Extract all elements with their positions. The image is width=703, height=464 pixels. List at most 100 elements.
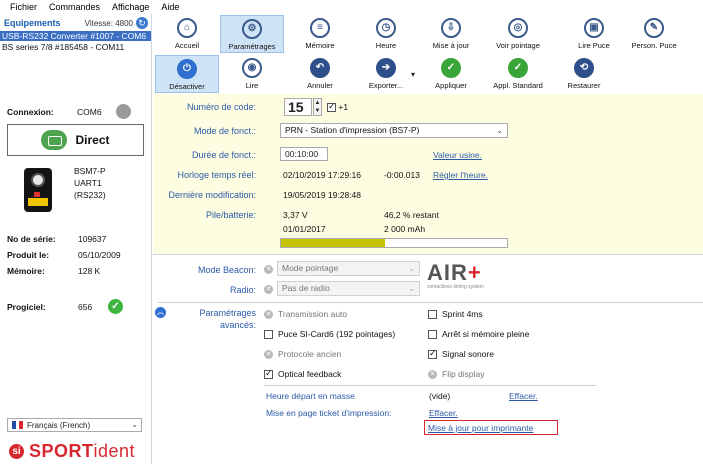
desactiver-button[interactable]: ⏻ Désactiver — [155, 55, 219, 93]
voir-pointage-button[interactable]: ◎ Voir pointage — [486, 15, 550, 53]
language-select[interactable]: Français (French) ⌄ — [7, 418, 142, 432]
view-punch-icon: ◎ — [508, 18, 528, 38]
option-optical-feedback[interactable]: Optical feedback — [264, 368, 341, 379]
appl-standard-label: Appl. Standard — [493, 81, 543, 90]
exporter-dropdown-icon[interactable]: ▾ — [411, 70, 415, 79]
mise-a-jour-label: Mise à jour — [432, 41, 470, 50]
mise-a-jour-button[interactable]: ⇩ Mise à jour — [419, 15, 483, 53]
parametrages-button[interactable]: ⚙ Paramétrages — [220, 15, 284, 53]
checkbox[interactable] — [264, 368, 273, 379]
option-sprint-4ms[interactable]: Sprint 4ms — [428, 309, 483, 319]
disabled-icon: ✕ — [264, 265, 273, 275]
option-label: Protocole ancien — [278, 349, 342, 359]
beacon-value: Mode pointage — [282, 263, 339, 273]
factory-value-link[interactable]: Valeur usine. — [433, 150, 482, 160]
sportident-mark-icon: si — [9, 444, 24, 459]
printer-update-link[interactable]: Mise à jour pour imprimante — [428, 423, 533, 433]
heure-label: Heure — [375, 41, 397, 50]
model-line-2: UART1 — [74, 178, 102, 188]
chevron-down-icon: ⌄ — [496, 126, 503, 135]
disabled-icon: ✕ — [264, 349, 273, 359]
exporter-button[interactable]: ➔ Exporter... — [354, 55, 418, 93]
lastmod-value: 19/05/2019 19:28:48 — [283, 190, 361, 200]
checkbox[interactable] — [264, 329, 273, 339]
model-line-3: (RS232) — [74, 190, 106, 200]
option-label: Signal sonore — [442, 349, 494, 359]
disabled-icon: ✕ — [264, 309, 273, 319]
code-input[interactable]: 15 — [284, 98, 312, 116]
option-arret-memoire[interactable]: Arrêt si mémoire pleine — [428, 329, 529, 339]
clock-offset: -0:00.013 — [384, 170, 420, 180]
produced-value: 05/10/2009 — [78, 250, 121, 260]
accueil-label: Accueil — [174, 41, 200, 50]
toolbar: ⌂ Accueil ⚙ Paramétrages ≡ Mémoire ◷ Heu… — [153, 14, 703, 94]
option-protocole-ancien: ✕ Protocole ancien — [264, 349, 341, 359]
option-label: Sprint 4ms — [442, 309, 483, 319]
mode-select[interactable]: PRN - Station d'impression (BS7-P) ⌄ — [280, 123, 508, 138]
parametrages-label: Paramétrages — [228, 42, 276, 51]
annuler-button[interactable]: ↶ Annuler — [288, 55, 352, 93]
memory-value: 128 K — [78, 266, 101, 276]
lire-puce-button[interactable]: ▣ Lire Puce — [562, 15, 626, 53]
restaurer-button[interactable]: ⟲ Restaurer — [552, 55, 616, 93]
brand-prefix: SPORT — [29, 441, 94, 461]
firmware-label: Progiciel: — [7, 302, 46, 312]
memoire-button[interactable]: ≡ Mémoire — [288, 15, 352, 53]
direct-connection-icon — [41, 130, 68, 150]
disabled-icon: ✕ — [428, 369, 437, 379]
radio-value: Pas de radio — [282, 283, 330, 293]
checkbox[interactable] — [428, 309, 437, 319]
personalize-chip-icon: ✎ — [644, 18, 664, 38]
firmware-value: 656 — [78, 302, 93, 312]
connection-status-icon — [116, 104, 131, 119]
radio-label: Radio: — [229, 285, 256, 295]
checkbox[interactable] — [428, 348, 437, 359]
lastmod-label: Dernière modification: — [168, 190, 256, 200]
mass-start-value: (vide) — [429, 391, 451, 401]
menu-commandes[interactable]: Commandes — [49, 2, 100, 12]
option-label: Transmission auto — [278, 309, 348, 319]
ticket-clear-link[interactable]: Effacer. — [429, 408, 458, 418]
option-signal-sonore[interactable]: Signal sonore — [428, 348, 494, 359]
menu-aide[interactable]: Aide — [161, 2, 179, 12]
undo-icon: ↶ — [310, 58, 330, 78]
option-label: Puce SI-Card6 (192 pointages) — [278, 329, 396, 339]
option-si-card6[interactable]: Puce SI-Card6 (192 pointages) — [264, 329, 395, 339]
battery-voltage: 3,37 V — [283, 210, 308, 220]
update-icon: ⇩ — [441, 18, 461, 38]
params-label-1: Paramétrages — [199, 308, 256, 318]
french-flag-icon — [12, 421, 24, 429]
mass-start-label: Heure départ en masse — [266, 391, 355, 401]
appliquer-button[interactable]: ✓ Appliquer — [419, 55, 483, 93]
duration-input[interactable]: 00:10:00 — [280, 147, 328, 161]
plus-one-checkbox[interactable] — [327, 101, 336, 113]
menu-affichage[interactable]: Affichage — [112, 2, 149, 12]
battery-capacity: 2 000 mAh — [384, 224, 426, 234]
appl-standard-button[interactable]: ✓ Appl. Standard — [486, 55, 550, 93]
apply-standard-icon: ✓ — [508, 58, 528, 78]
battery-bar-fill — [281, 239, 386, 247]
set-time-link[interactable]: Régler l'heure. — [433, 170, 488, 180]
mode-label: Mode de fonct.: — [193, 126, 256, 136]
option-label: Flip display — [442, 369, 485, 379]
serial-value: 109637 — [78, 234, 107, 244]
desactiver-label: Désactiver — [169, 82, 205, 91]
checkbox[interactable] — [428, 329, 437, 339]
accueil-button[interactable]: ⌂ Accueil — [155, 15, 219, 53]
code-stepper[interactable]: ▲ ▼ — [313, 98, 322, 116]
person-puce-button[interactable]: ✎ Person. Puce — [622, 15, 686, 53]
lire-puce-label: Lire Puce — [578, 41, 610, 50]
memoire-label: Mémoire — [305, 41, 335, 50]
brand-suffix: ident — [93, 441, 136, 461]
mass-start-clear-link[interactable]: Effacer. — [509, 391, 538, 401]
refresh-icon[interactable]: ↻ — [136, 17, 148, 29]
menu-fichier[interactable]: Fichier — [10, 2, 37, 12]
device-item[interactable]: BS series 7/8 #185458 - COM11 — [2, 42, 124, 52]
mode-value: PRN - Station d'impression (BS7-P) — [285, 125, 420, 135]
heure-button[interactable]: ◷ Heure — [354, 15, 418, 53]
battery-bar — [280, 238, 508, 248]
battery-label: Pile/batterie: — [205, 210, 256, 220]
lire-button[interactable]: ◉ Lire — [220, 55, 284, 93]
device-item-selected[interactable]: USB-RS232 Converter #1007 - COM6 — [0, 31, 151, 41]
person-puce-label: Person. Puce — [631, 41, 677, 50]
